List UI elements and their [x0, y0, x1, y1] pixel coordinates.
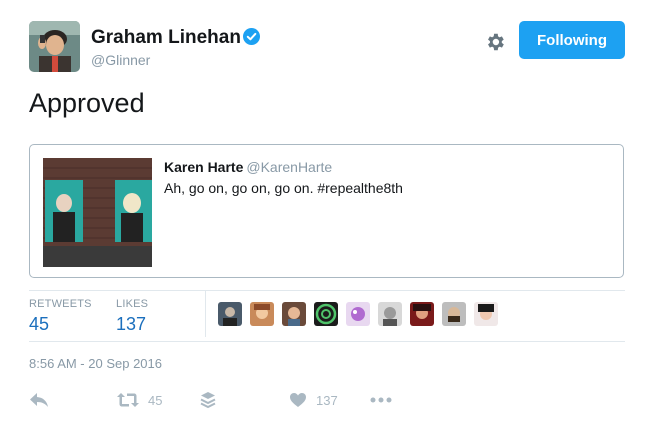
liker-avatar[interactable]	[314, 302, 338, 326]
liker-avatar[interactable]	[218, 302, 242, 326]
verified-badge-icon	[243, 28, 260, 45]
author-name[interactable]: Graham Linehan	[91, 27, 241, 49]
quoted-tweet-text: Ah, go on, go on, go on. #repealthe8th	[164, 180, 403, 196]
likers-avatars[interactable]	[218, 302, 498, 326]
likes-count[interactable]: 137	[116, 314, 146, 335]
heart-icon	[289, 392, 307, 408]
retweets-label[interactable]: RETWEETS	[29, 298, 92, 310]
divider	[29, 290, 625, 291]
liker-avatar[interactable]	[282, 302, 306, 326]
quoted-author[interactable]: Karen Harte @KarenHarte	[164, 159, 332, 175]
author-avatar[interactable]	[29, 21, 80, 72]
likes-label[interactable]: LIKES	[116, 298, 148, 310]
photo-thumbnail[interactable]	[43, 158, 152, 267]
reply-icon	[29, 392, 49, 408]
stack-button[interactable]	[200, 390, 216, 410]
tweet-timestamp[interactable]: 8:56 AM - 20 Sep 2016	[29, 356, 162, 371]
liker-avatar[interactable]	[410, 302, 434, 326]
quoted-author-handle[interactable]: @KarenHarte	[246, 159, 332, 175]
gear-icon[interactable]	[484, 31, 506, 53]
tweet-text: Approved	[29, 88, 145, 118]
retweets-count[interactable]: 45	[29, 314, 49, 335]
like-count: 137	[316, 392, 338, 408]
liker-avatar[interactable]	[250, 302, 274, 326]
divider	[29, 341, 625, 342]
reply-button[interactable]	[29, 390, 49, 410]
quoted-tweet-card[interactable]: Karen Harte @KarenHarte Ah, go on, go on,…	[29, 144, 624, 278]
quoted-author-name[interactable]: Karen Harte	[164, 159, 243, 175]
retweet-button[interactable]: 45	[116, 390, 162, 410]
divider	[205, 291, 206, 337]
liker-avatar[interactable]	[474, 302, 498, 326]
liker-avatar[interactable]	[346, 302, 370, 326]
liker-avatar[interactable]	[442, 302, 466, 326]
liker-avatar[interactable]	[378, 302, 402, 326]
more-dots-icon	[370, 397, 392, 403]
retweet-icon	[116, 392, 140, 408]
following-button[interactable]: Following	[519, 21, 625, 59]
retweet-count: 45	[148, 392, 163, 408]
more-button[interactable]	[370, 390, 392, 410]
like-button[interactable]: 137	[289, 390, 338, 410]
author-handle[interactable]: @Glinner	[91, 52, 150, 68]
layers-icon	[200, 391, 216, 409]
